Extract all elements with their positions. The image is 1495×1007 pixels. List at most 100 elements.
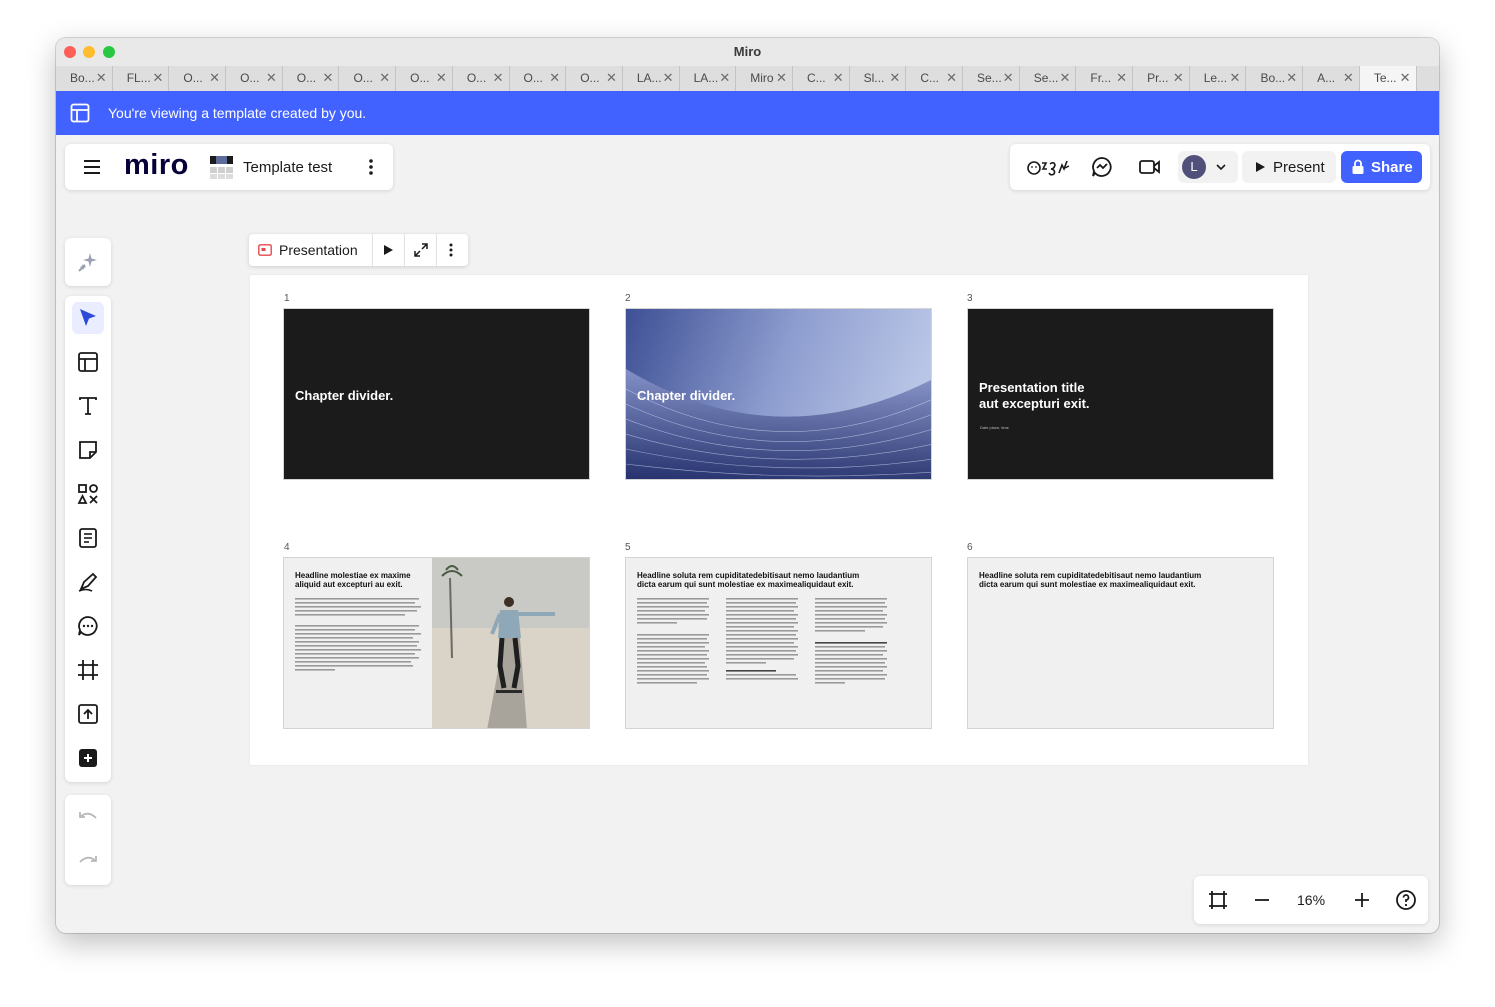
close-tab-icon[interactable]: ✕ bbox=[266, 70, 277, 86]
share-button[interactable]: Share bbox=[1341, 151, 1422, 183]
close-tab-icon[interactable]: ✕ bbox=[606, 70, 617, 86]
present-button[interactable]: Present bbox=[1242, 151, 1336, 183]
browser-tab[interactable]: O... ✕ bbox=[510, 66, 567, 91]
close-tab-icon[interactable]: ✕ bbox=[96, 70, 107, 86]
video-call-icon[interactable] bbox=[1138, 155, 1162, 179]
slide-2[interactable]: Chapter divider. bbox=[625, 308, 932, 480]
browser-tab[interactable]: A... ✕ bbox=[1303, 66, 1360, 91]
slide-6[interactable]: Headline soluta rem cupiditatedebitisaut… bbox=[967, 557, 1274, 729]
close-tab-icon[interactable]: ✕ bbox=[1286, 70, 1297, 86]
close-tab-icon[interactable]: ✕ bbox=[493, 70, 504, 86]
browser-tab[interactable]: O... ✕ bbox=[226, 66, 283, 91]
divider bbox=[404, 234, 405, 266]
avatar: L bbox=[1182, 155, 1206, 179]
select-tool[interactable] bbox=[72, 302, 104, 334]
templates-tool[interactable] bbox=[72, 346, 104, 378]
browser-tab[interactable]: FL... ✕ bbox=[113, 66, 170, 91]
text-tool[interactable] bbox=[72, 390, 104, 422]
browser-tab[interactable]: Se... ✕ bbox=[1020, 66, 1077, 91]
browser-tab[interactable]: O... ✕ bbox=[339, 66, 397, 91]
template-icon bbox=[70, 103, 90, 123]
more-tools-button[interactable] bbox=[72, 742, 104, 774]
document-tool[interactable] bbox=[72, 522, 104, 554]
upload-tool[interactable] bbox=[72, 698, 104, 730]
browser-tab[interactable]: C... ✕ bbox=[906, 66, 963, 91]
close-tab-icon[interactable]: ✕ bbox=[549, 70, 560, 86]
browser-tab[interactable]: O... ✕ bbox=[453, 66, 510, 91]
slide-3[interactable]: Presentation title aut excepturi exit. D… bbox=[967, 308, 1274, 480]
browser-tab[interactable]: O... ✕ bbox=[566, 66, 623, 91]
browser-tab[interactable]: Le... ✕ bbox=[1190, 66, 1247, 91]
comments-icon[interactable] bbox=[1090, 155, 1114, 179]
more-options-icon[interactable] bbox=[361, 157, 381, 177]
sticky-note-tool[interactable] bbox=[72, 434, 104, 466]
close-tab-icon[interactable]: ✕ bbox=[833, 70, 844, 86]
miro-logo[interactable]: miro bbox=[124, 149, 189, 182]
browser-tab[interactable]: Fr... ✕ bbox=[1076, 66, 1134, 91]
browser-tab[interactable]: Sl... ✕ bbox=[850, 66, 907, 91]
body-text-placeholder bbox=[637, 598, 887, 684]
browser-tab[interactable]: Bo... ✕ bbox=[56, 66, 113, 91]
browser-tab[interactable]: O... ✕ bbox=[396, 66, 453, 91]
close-tab-icon[interactable]: ✕ bbox=[776, 70, 787, 86]
reactions-icon[interactable] bbox=[1026, 155, 1070, 179]
close-tab-icon[interactable]: ✕ bbox=[209, 70, 220, 86]
slide-number: 2 bbox=[625, 293, 631, 304]
close-tab-icon[interactable]: ✕ bbox=[663, 70, 674, 86]
browser-tab[interactable]: Pr... ✕ bbox=[1133, 66, 1190, 91]
pen-tool[interactable] bbox=[72, 566, 104, 598]
close-tab-icon[interactable]: ✕ bbox=[152, 70, 163, 86]
browser-tab[interactable]: LA... ✕ bbox=[680, 66, 737, 91]
slide-5[interactable]: Headline soluta rem cupiditatedebitisaut… bbox=[625, 557, 932, 729]
zoom-in-icon[interactable] bbox=[1350, 888, 1374, 912]
browser-tab[interactable]: Miro ✕ bbox=[736, 66, 793, 91]
close-tab-icon[interactable]: ✕ bbox=[946, 70, 957, 86]
play-icon[interactable] bbox=[382, 244, 394, 256]
frame-tool[interactable] bbox=[72, 654, 104, 686]
undo-button[interactable] bbox=[72, 802, 104, 834]
browser-tab[interactable]: Se... ✕ bbox=[963, 66, 1020, 91]
slide-4[interactable]: Headline molestiae ex maxime aliquid aut… bbox=[283, 557, 590, 729]
presentation-label[interactable]: Presentation bbox=[279, 242, 358, 258]
shapes-tool[interactable] bbox=[72, 478, 104, 510]
browser-tab[interactable]: LA... ✕ bbox=[623, 66, 680, 91]
menu-icon[interactable] bbox=[81, 156, 103, 178]
close-tab-icon[interactable]: ✕ bbox=[1059, 70, 1070, 86]
close-tab-icon[interactable]: ✕ bbox=[1003, 70, 1014, 86]
close-tab-icon[interactable]: ✕ bbox=[379, 70, 390, 86]
more-options-icon[interactable] bbox=[443, 242, 459, 258]
redo-button[interactable] bbox=[72, 846, 104, 878]
close-tab-icon[interactable]: ✕ bbox=[1230, 70, 1241, 86]
sticky-note-icon bbox=[79, 441, 97, 459]
close-tab-icon[interactable]: ✕ bbox=[719, 70, 730, 86]
fit-to-screen-icon[interactable] bbox=[1206, 888, 1230, 912]
help-icon[interactable] bbox=[1394, 888, 1418, 912]
close-tab-icon[interactable]: ✕ bbox=[436, 70, 447, 86]
close-tab-icon[interactable]: ✕ bbox=[323, 70, 334, 86]
browser-tab[interactable]: O... ✕ bbox=[169, 66, 227, 91]
board-header: miro Template test bbox=[65, 144, 393, 190]
browser-tab[interactable]: Te... ✕ bbox=[1359, 66, 1417, 91]
browser-tab[interactable]: O... ✕ bbox=[283, 66, 340, 91]
divider bbox=[436, 234, 437, 266]
close-tab-icon[interactable]: ✕ bbox=[889, 70, 900, 86]
user-menu[interactable]: L bbox=[1178, 151, 1238, 183]
slide-1[interactable]: Chapter divider. bbox=[283, 308, 590, 480]
zoom-level[interactable]: 16% bbox=[1297, 892, 1325, 908]
close-tab-icon[interactable]: ✕ bbox=[1400, 70, 1411, 86]
expand-icon[interactable] bbox=[413, 242, 429, 258]
close-tab-icon[interactable]: ✕ bbox=[1173, 70, 1184, 86]
ai-assist-button[interactable] bbox=[72, 246, 104, 278]
slide-number: 3 bbox=[967, 293, 973, 304]
close-tab-icon[interactable]: ✕ bbox=[1116, 70, 1127, 86]
lock-icon bbox=[1352, 159, 1364, 174]
slide-headline: Headline soluta rem cupiditatedebitisaut… bbox=[637, 571, 860, 589]
zoom-out-icon[interactable] bbox=[1250, 888, 1274, 912]
comment-tool[interactable] bbox=[72, 610, 104, 642]
board-name[interactable]: Template test bbox=[243, 159, 332, 176]
tab-label: Bo... bbox=[70, 71, 95, 85]
browser-tab[interactable]: C... ✕ bbox=[793, 66, 850, 91]
presentation-frame[interactable]: 1 Chapter divider. 2 Chapter divider. 3 … bbox=[250, 275, 1308, 765]
close-tab-icon[interactable]: ✕ bbox=[1343, 70, 1354, 86]
browser-tab[interactable]: Bo... ✕ bbox=[1246, 66, 1304, 91]
